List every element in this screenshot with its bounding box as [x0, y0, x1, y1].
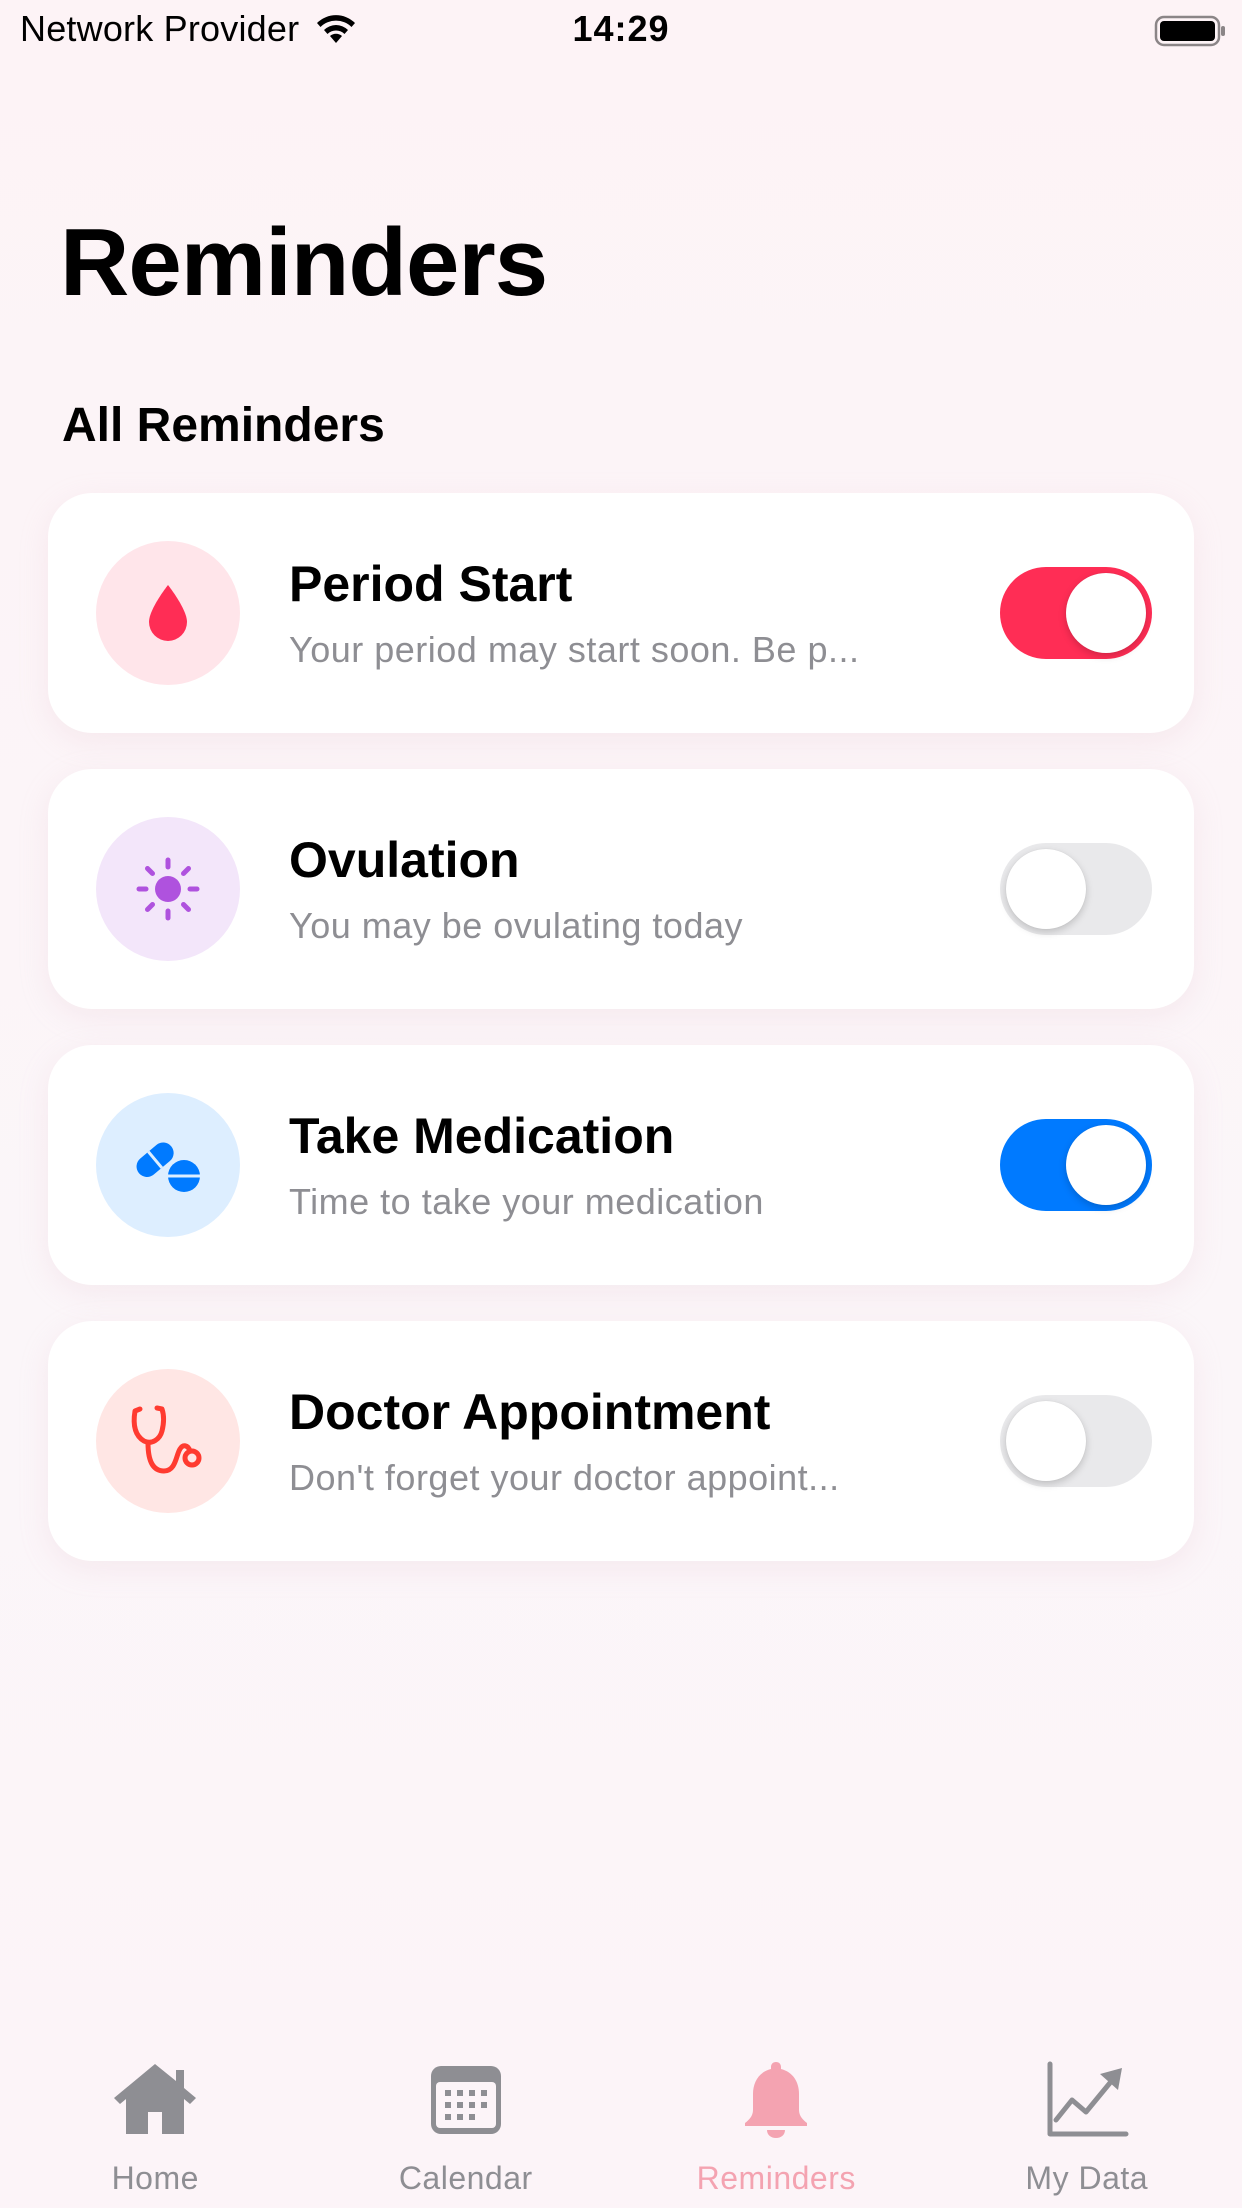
- reminder-list: Period Start Your period may start soon.…: [48, 493, 1194, 1597]
- toggle-knob: [1006, 1401, 1086, 1481]
- tab-label: Calendar: [398, 2160, 533, 2196]
- pills-icon: [136, 1142, 200, 1192]
- reminder-title: Ovulation: [289, 832, 520, 888]
- tab-calendar[interactable]: Calendar: [311, 2058, 622, 2208]
- battery-icon: [1154, 15, 1225, 47]
- drop-icon: [149, 585, 187, 641]
- house-icon: [114, 2064, 197, 2134]
- reminder-title: Doctor Appointment: [289, 1384, 771, 1440]
- reminder-card-period-start[interactable]: Period Start Your period may start soon.…: [48, 493, 1194, 733]
- tab-reminders[interactable]: Reminders: [621, 2058, 932, 2208]
- medication-icon-badge: [96, 1093, 240, 1237]
- reminder-subtitle: Don't forget your doctor appoint...: [289, 1457, 840, 1498]
- reminder-card-ovulation[interactable]: Ovulation You may be ovulating today: [48, 769, 1194, 1009]
- stethoscope-icon: [131, 1405, 202, 1474]
- bell-icon: [745, 2062, 808, 2138]
- ovulation-toggle[interactable]: [1000, 843, 1152, 935]
- doctor-icon-badge: [96, 1369, 240, 1513]
- section-title: All Reminders: [62, 399, 385, 452]
- toggle-knob: [1006, 849, 1086, 929]
- take-medication-toggle[interactable]: [1000, 1119, 1152, 1211]
- tab-my-data[interactable]: My Data: [932, 2058, 1242, 2208]
- tab-label: My Data: [1025, 2160, 1149, 2196]
- reminder-title: Take Medication: [289, 1108, 675, 1164]
- sun-icon: [136, 857, 200, 921]
- period-start-toggle[interactable]: [1000, 567, 1152, 659]
- page-title: Reminders: [60, 209, 548, 316]
- calendar-icon: [430, 2066, 501, 2134]
- toggle-knob: [1066, 1125, 1146, 1205]
- period-icon-badge: [96, 541, 240, 685]
- reminder-subtitle: You may be ovulating today: [289, 905, 743, 946]
- tab-label: Reminders: [696, 2160, 856, 2196]
- status-bar: Network Provider 14:29: [0, 0, 1242, 66]
- reminder-subtitle: Time to take your medication: [289, 1181, 764, 1222]
- tab-home[interactable]: Home: [0, 2058, 311, 2208]
- ovulation-icon-badge: [96, 817, 240, 961]
- status-time: 14:29: [572, 8, 670, 49]
- reminder-card-take-medication[interactable]: Take Medication Time to take your medica…: [48, 1045, 1194, 1285]
- tab-bar: Home Calendar Reminders My Data: [0, 2058, 1242, 2208]
- reminder-title: Period Start: [289, 556, 573, 612]
- chart-icon: [1047, 2061, 1129, 2137]
- toggle-knob: [1066, 573, 1146, 653]
- reminder-subtitle: Your period may start soon. Be p...: [289, 629, 860, 670]
- tab-label: Home: [111, 2160, 199, 2196]
- doctor-appointment-toggle[interactable]: [1000, 1395, 1152, 1487]
- reminder-card-doctor-appointment[interactable]: Doctor Appointment Don't forget your doc…: [48, 1321, 1194, 1561]
